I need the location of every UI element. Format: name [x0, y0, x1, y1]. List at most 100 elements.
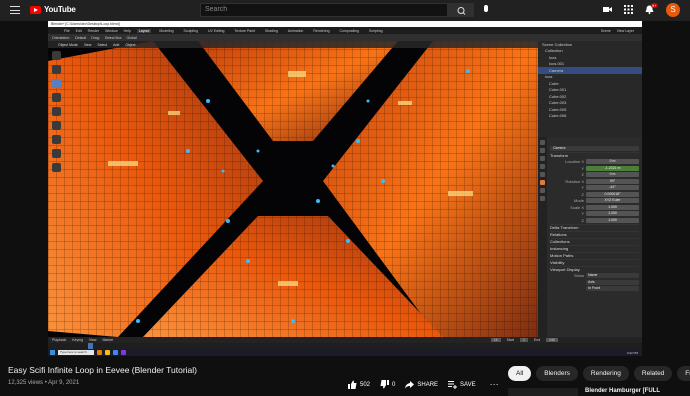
video-player[interactable]: Blender* [C:\Users\dev\Desktop\Loop.blen… [48, 21, 642, 356]
object-name-field[interactable]: Camera [550, 145, 639, 151]
menu-render[interactable]: Render [88, 29, 99, 33]
add-menu[interactable]: Add [113, 43, 119, 47]
current-frame-field[interactable]: 14 [490, 338, 501, 342]
collections-section-header[interactable]: Collections [550, 237, 639, 245]
start-frame-field[interactable]: 1 [519, 338, 528, 342]
chrome-taskbar-icon[interactable] [113, 350, 118, 355]
object-mode-dropdown[interactable]: Object Mode [58, 43, 78, 47]
taskbar-search[interactable]: Type here to search [58, 350, 94, 355]
workspace-tab-shading[interactable]: Shading [263, 29, 280, 33]
search-input[interactable]: Search [200, 3, 448, 17]
chip-fr[interactable]: Fr [677, 366, 690, 381]
scale-tool-icon[interactable] [52, 107, 61, 116]
display-row-checkbox[interactable]: In Front [586, 286, 639, 292]
move-tool-icon[interactable] [52, 79, 61, 88]
visibility-section-header[interactable]: Visibility [550, 258, 639, 266]
transform-row-value[interactable]: 1.000 [586, 217, 639, 223]
chip-all[interactable]: All [508, 366, 532, 381]
more-actions-icon[interactable]: ⋯ [490, 379, 499, 390]
menu-file[interactable]: File [64, 29, 70, 33]
microphone-icon[interactable] [484, 5, 488, 12]
menu-window[interactable]: Window [105, 29, 117, 33]
menu-help[interactable]: Help [124, 29, 131, 33]
cursor-tool-icon[interactable] [52, 65, 61, 74]
transform-row-value[interactable]: 1.000 [586, 211, 639, 217]
display-row-checkbox[interactable]: Axis [586, 279, 639, 285]
view-menu[interactable]: View [84, 43, 92, 47]
transform-row-value[interactable]: 0.000018° [586, 191, 639, 197]
object-menu[interactable]: Object [125, 43, 135, 47]
scene-selector[interactable]: Scene [601, 29, 611, 33]
motion-paths-section-header[interactable]: Motion Paths [550, 251, 639, 259]
measure-tool-icon[interactable] [52, 149, 61, 158]
select-tool-icon[interactable] [52, 51, 61, 60]
account-avatar[interactable]: S [666, 3, 680, 17]
chip-related[interactable]: Related [633, 366, 673, 381]
keying-menu[interactable]: Keying [72, 338, 83, 342]
transform-row-value[interactable]: 0 m [586, 172, 639, 178]
object-tab-icon[interactable] [540, 180, 545, 185]
menu-icon[interactable] [10, 6, 20, 14]
end-frame-field[interactable]: 240 [546, 338, 558, 342]
blender-taskbar-icon[interactable] [97, 350, 102, 355]
app-taskbar-icon[interactable] [121, 350, 126, 355]
transform-orientation-dropdown[interactable]: Global [126, 36, 136, 40]
menu-edit[interactable]: Edit [76, 29, 82, 33]
transform-section-header[interactable]: Transform [550, 151, 639, 159]
workspace-tab-modeling[interactable]: Modeling [157, 29, 175, 33]
search-button[interactable] [448, 3, 474, 17]
share-button[interactable]: SHARE [405, 380, 438, 389]
explorer-taskbar-icon[interactable] [105, 350, 110, 355]
dislike-button[interactable]: 0 [380, 380, 395, 389]
youtube-logo[interactable]: YouTube [30, 5, 76, 14]
workspace-tab-animation[interactable]: Animation [286, 29, 306, 33]
annotate-tool-icon[interactable] [52, 135, 61, 144]
chip-rendering[interactable]: Rendering [582, 366, 629, 381]
workspace-tab-rendering[interactable]: Rendering [311, 29, 331, 33]
timeline-view-menu[interactable]: View [89, 338, 97, 342]
view-layer-selector[interactable]: View Layer [617, 29, 634, 33]
up-next-title[interactable]: Blender Hamburger [FULL [585, 388, 660, 394]
workspace-tab-compositing[interactable]: Compositing [338, 29, 361, 33]
transform-row-value[interactable]: XYZ Euler [586, 198, 639, 204]
tool-tab-icon[interactable] [540, 140, 545, 145]
transform-row-value[interactable]: 90° [586, 178, 639, 184]
constraints-tab-icon[interactable] [540, 188, 545, 193]
display-row-checkbox[interactable]: Name [586, 273, 639, 279]
scene-tab-icon[interactable] [540, 164, 545, 169]
3d-viewport[interactable]: Object Mode View Select Add Object [48, 41, 538, 337]
workspace-tab-scripting[interactable]: Scripting [367, 29, 385, 33]
instancing-section-header[interactable]: Instancing [550, 244, 639, 252]
chip-blenders[interactable]: Blenders [536, 366, 578, 381]
save-button[interactable]: SAVE [448, 380, 476, 389]
playback-menu[interactable]: Playback [52, 338, 66, 342]
delta-transform-section-header[interactable]: Delta Transform [550, 223, 639, 231]
orientation-dropdown[interactable]: Default [75, 36, 86, 40]
camera-data-tab-icon[interactable] [540, 196, 545, 201]
transform-row-value[interactable]: 0 m [586, 159, 639, 165]
outliner-item[interactable]: Cube.006 [538, 113, 642, 120]
transform-tool-icon[interactable] [52, 121, 61, 130]
transform-row-value[interactable]: -1.2321 m [586, 165, 639, 171]
transform-row-value[interactable]: 1.000 [586, 204, 639, 210]
workspace-tab-texture-paint[interactable]: Texture Paint [233, 29, 257, 33]
workspace-tab-layout[interactable]: Layout [136, 28, 152, 33]
drag-dropdown[interactable]: Select Box [105, 36, 122, 40]
rotate-tool-icon[interactable] [52, 93, 61, 102]
render-tab-icon[interactable] [540, 148, 545, 153]
create-video-icon[interactable] [603, 5, 612, 14]
windows-start-icon[interactable] [50, 350, 55, 355]
output-tab-icon[interactable] [540, 156, 545, 161]
relations-section-header[interactable]: Relations [550, 230, 639, 238]
like-button[interactable]: 502 [348, 380, 370, 389]
apps-grid-icon[interactable] [624, 5, 633, 14]
add-cube-tool-icon[interactable] [52, 163, 61, 172]
transform-row-value[interactable]: -44° [586, 185, 639, 191]
up-next-thumbnail[interactable] [508, 388, 578, 396]
world-tab-icon[interactable] [540, 172, 545, 177]
workspace-tab-sculpting[interactable]: Sculpting [182, 29, 200, 33]
select-menu[interactable]: Select [97, 43, 107, 47]
viewport-display-section-header[interactable]: Viewport Display [550, 265, 639, 273]
marker-menu[interactable]: Marker [102, 338, 113, 342]
workspace-tab-uv-editing[interactable]: UV Editing [206, 29, 227, 33]
